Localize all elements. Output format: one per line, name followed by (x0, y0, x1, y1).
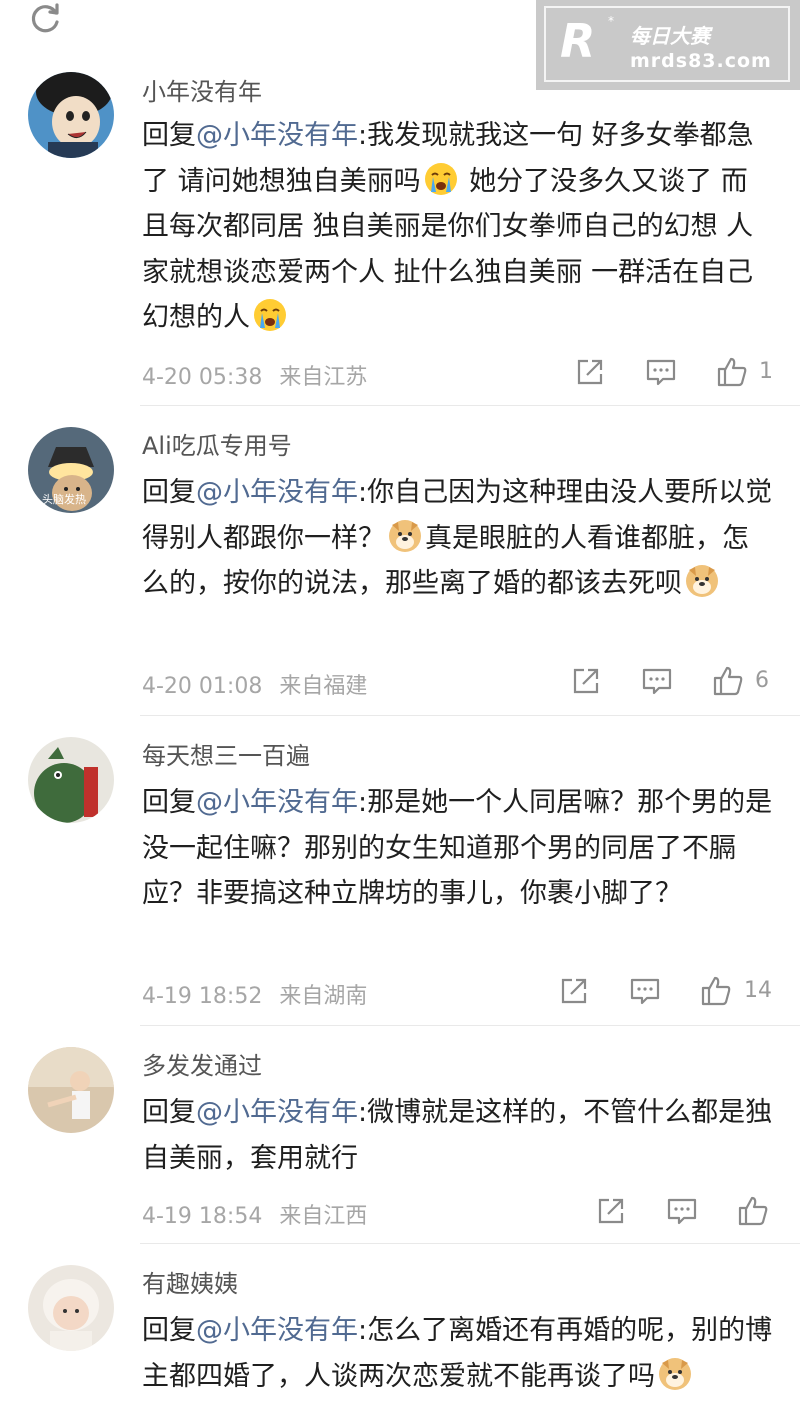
comment-meta: 4-20 05:38 来自江苏 (142, 359, 377, 391)
doge-emoji-icon (388, 519, 422, 553)
divider (140, 715, 800, 716)
doge-emoji-icon (685, 564, 719, 598)
comment-icon[interactable] (641, 665, 673, 697)
comment-item: 头脑发热 Ali吃瓜专用号 回复@小年没有年:你自己因为这种理由没人要所以觉得别… (0, 407, 800, 717)
avatar[interactable] (28, 1265, 114, 1351)
username[interactable]: 有趣姨姨 (142, 1269, 238, 1299)
comment-meta: 4-19 18:54 来自江西 (142, 1198, 377, 1230)
watermark-star: * (608, 14, 614, 28)
comment-location: 来自湖南 (279, 984, 368, 1009)
share-icon[interactable] (558, 975, 590, 1007)
avatar-caption: 头脑发热 (42, 493, 86, 506)
comment-item: 每天想三一百遍 回复@小年没有年:那是她一个人同居嘛？那个男的是没一起住嘛？那别… (0, 717, 800, 1027)
like-count: 1 (759, 359, 773, 384)
username[interactable]: 小年没有年 (142, 77, 262, 107)
avatar[interactable] (28, 72, 114, 158)
share-icon[interactable] (574, 356, 606, 388)
doge-emoji-icon (658, 1357, 692, 1391)
comment-text: 回复@小年没有年:那是她一个人同居嘛？那个男的是没一起住嘛？那别的女生知道那个男… (142, 780, 774, 917)
cry-emoji-icon (253, 298, 287, 332)
reply-prefix: 回复 (142, 1097, 196, 1128)
comment-location: 来自江西 (279, 1204, 368, 1229)
comment-item: 多发发通过 回复@小年没有年:微博就是这样的，不管什么都是独自美丽，套用就行 4… (0, 1027, 800, 1245)
reply-prefix: 回复 (142, 787, 196, 818)
cry-emoji-icon (424, 162, 458, 196)
like-icon[interactable] (700, 975, 732, 1007)
username[interactable]: Ali吃瓜专用号 (142, 431, 292, 461)
avatar[interactable] (28, 737, 114, 823)
divider (140, 1025, 800, 1026)
avatar[interactable]: 头脑发热 (28, 427, 114, 513)
comment-time: 4-20 05:38 (142, 365, 263, 390)
comment-time: 4-19 18:54 (142, 1204, 263, 1229)
reply-prefix: 回复 (142, 1315, 196, 1346)
reply-prefix: 回复 (142, 477, 196, 508)
comment-item: 小年没有年 回复@小年没有年:我发现就我这一句 好多女拳都急了 请问她想独自美丽… (0, 62, 800, 407)
share-icon[interactable] (595, 1195, 627, 1227)
like-icon[interactable] (737, 1195, 769, 1227)
comment-meta: 4-19 18:52 来自湖南 (142, 978, 377, 1010)
comment-text: 回复@小年没有年:你自己因为这种理由没人要所以觉得别人都跟你一样？ 真是眼脏的人看… (142, 470, 774, 607)
comment-location: 来自福建 (279, 674, 368, 699)
comment-icon[interactable] (629, 975, 661, 1007)
comment-item: 有趣姨姨 回复@小年没有年:怎么了离婚还有再婚的呢，别的博主都四婚了，人谈两次恋… (0, 1245, 800, 1428)
divider (140, 1243, 800, 1244)
comment-text: 回复@小年没有年:怎么了离婚还有再婚的呢，别的博主都四婚了，人谈两次恋爱就不能再… (142, 1308, 774, 1399)
watermark-title: 每日大赛 (630, 24, 710, 48)
comment-time: 4-19 18:52 (142, 984, 263, 1009)
reply-prefix: 回复 (142, 120, 196, 151)
comment-text: 回复@小年没有年:微博就是这样的，不管什么都是独自美丽，套用就行 (142, 1090, 774, 1181)
mention-link[interactable]: @小年没有年 (196, 787, 358, 818)
username[interactable]: 每天想三一百遍 (142, 741, 310, 771)
comment-time: 4-20 01:08 (142, 674, 263, 699)
divider (140, 405, 800, 406)
share-icon[interactable] (570, 665, 602, 697)
mention-link[interactable]: @小年没有年 (196, 1315, 358, 1346)
like-count: 6 (755, 668, 769, 693)
like-icon[interactable] (712, 665, 744, 697)
username[interactable]: 多发发通过 (142, 1051, 262, 1081)
comment-icon[interactable] (666, 1195, 698, 1227)
mention-link[interactable]: @小年没有年 (196, 477, 358, 508)
comment-location: 来自江苏 (279, 365, 368, 390)
like-icon[interactable] (716, 356, 748, 388)
comment-icon[interactable] (645, 356, 677, 388)
comment-meta: 4-20 01:08 来自福建 (142, 668, 377, 700)
mention-link[interactable]: @小年没有年 (196, 120, 358, 151)
like-count: 14 (744, 978, 772, 1003)
avatar[interactable] (28, 1047, 114, 1133)
comment-text: 回复@小年没有年:我发现就我这一句 好多女拳都急了 请问她想独自美丽吗 她分了没… (142, 113, 774, 341)
refresh-icon[interactable] (26, 0, 64, 38)
watermark-logo: R (560, 14, 596, 68)
mention-link[interactable]: @小年没有年 (196, 1097, 358, 1128)
